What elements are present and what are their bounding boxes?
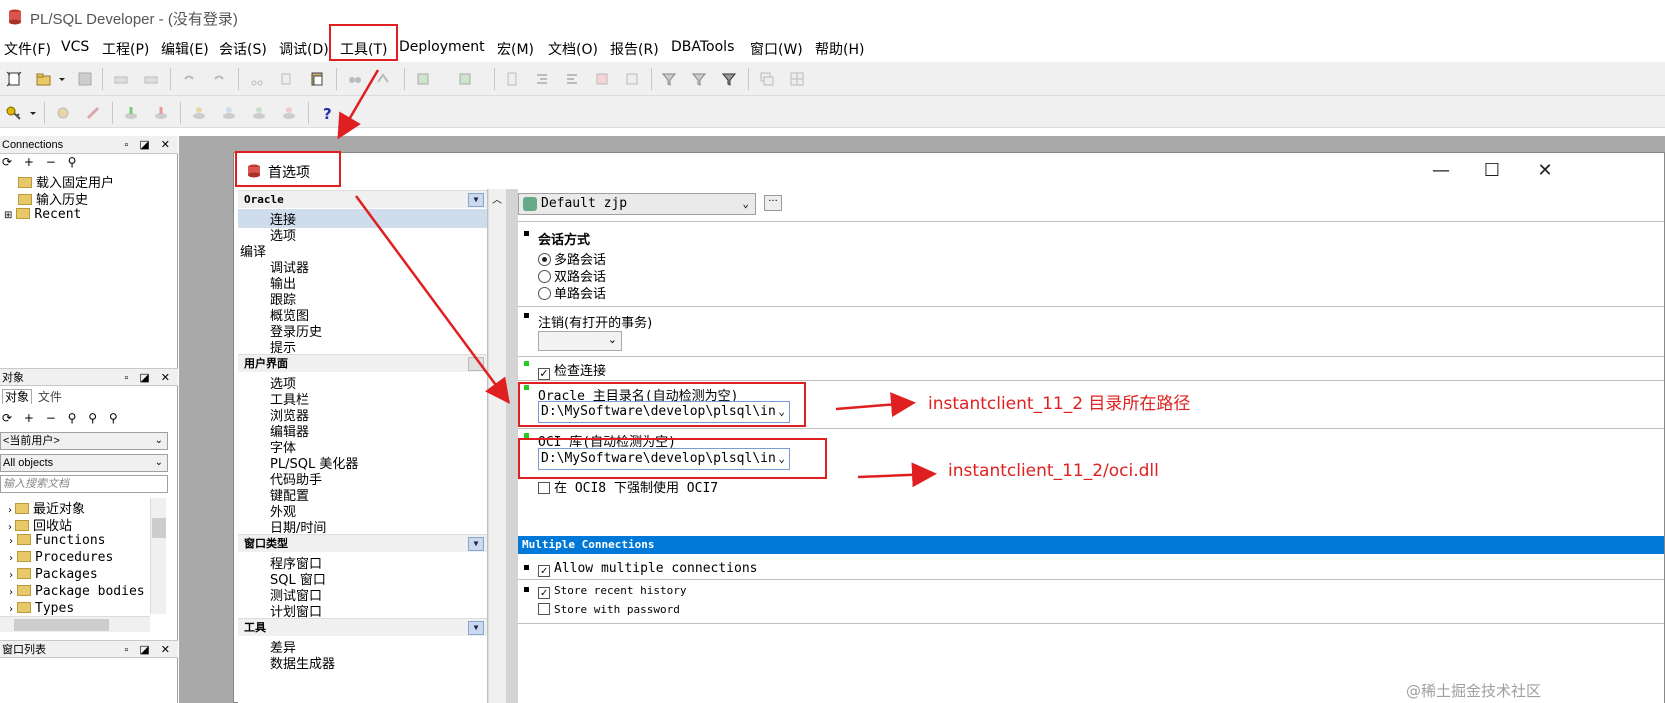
arrow-oracle-home-note <box>835 392 916 418</box>
watermark: @稀土掘金技术社区 <box>1406 682 1542 700</box>
annotation-arrows <box>337 69 937 488</box>
arrow-nav-to-field <box>354 195 510 405</box>
oracle-home-annotation: instantclient_11_2 目录所在路径 <box>928 394 1191 414</box>
oci-annotation: instantclient_11_2/oci.dll <box>948 461 1159 481</box>
arrow-oci-note <box>857 462 937 488</box>
arrow-tools-to-dialog <box>337 69 380 140</box>
